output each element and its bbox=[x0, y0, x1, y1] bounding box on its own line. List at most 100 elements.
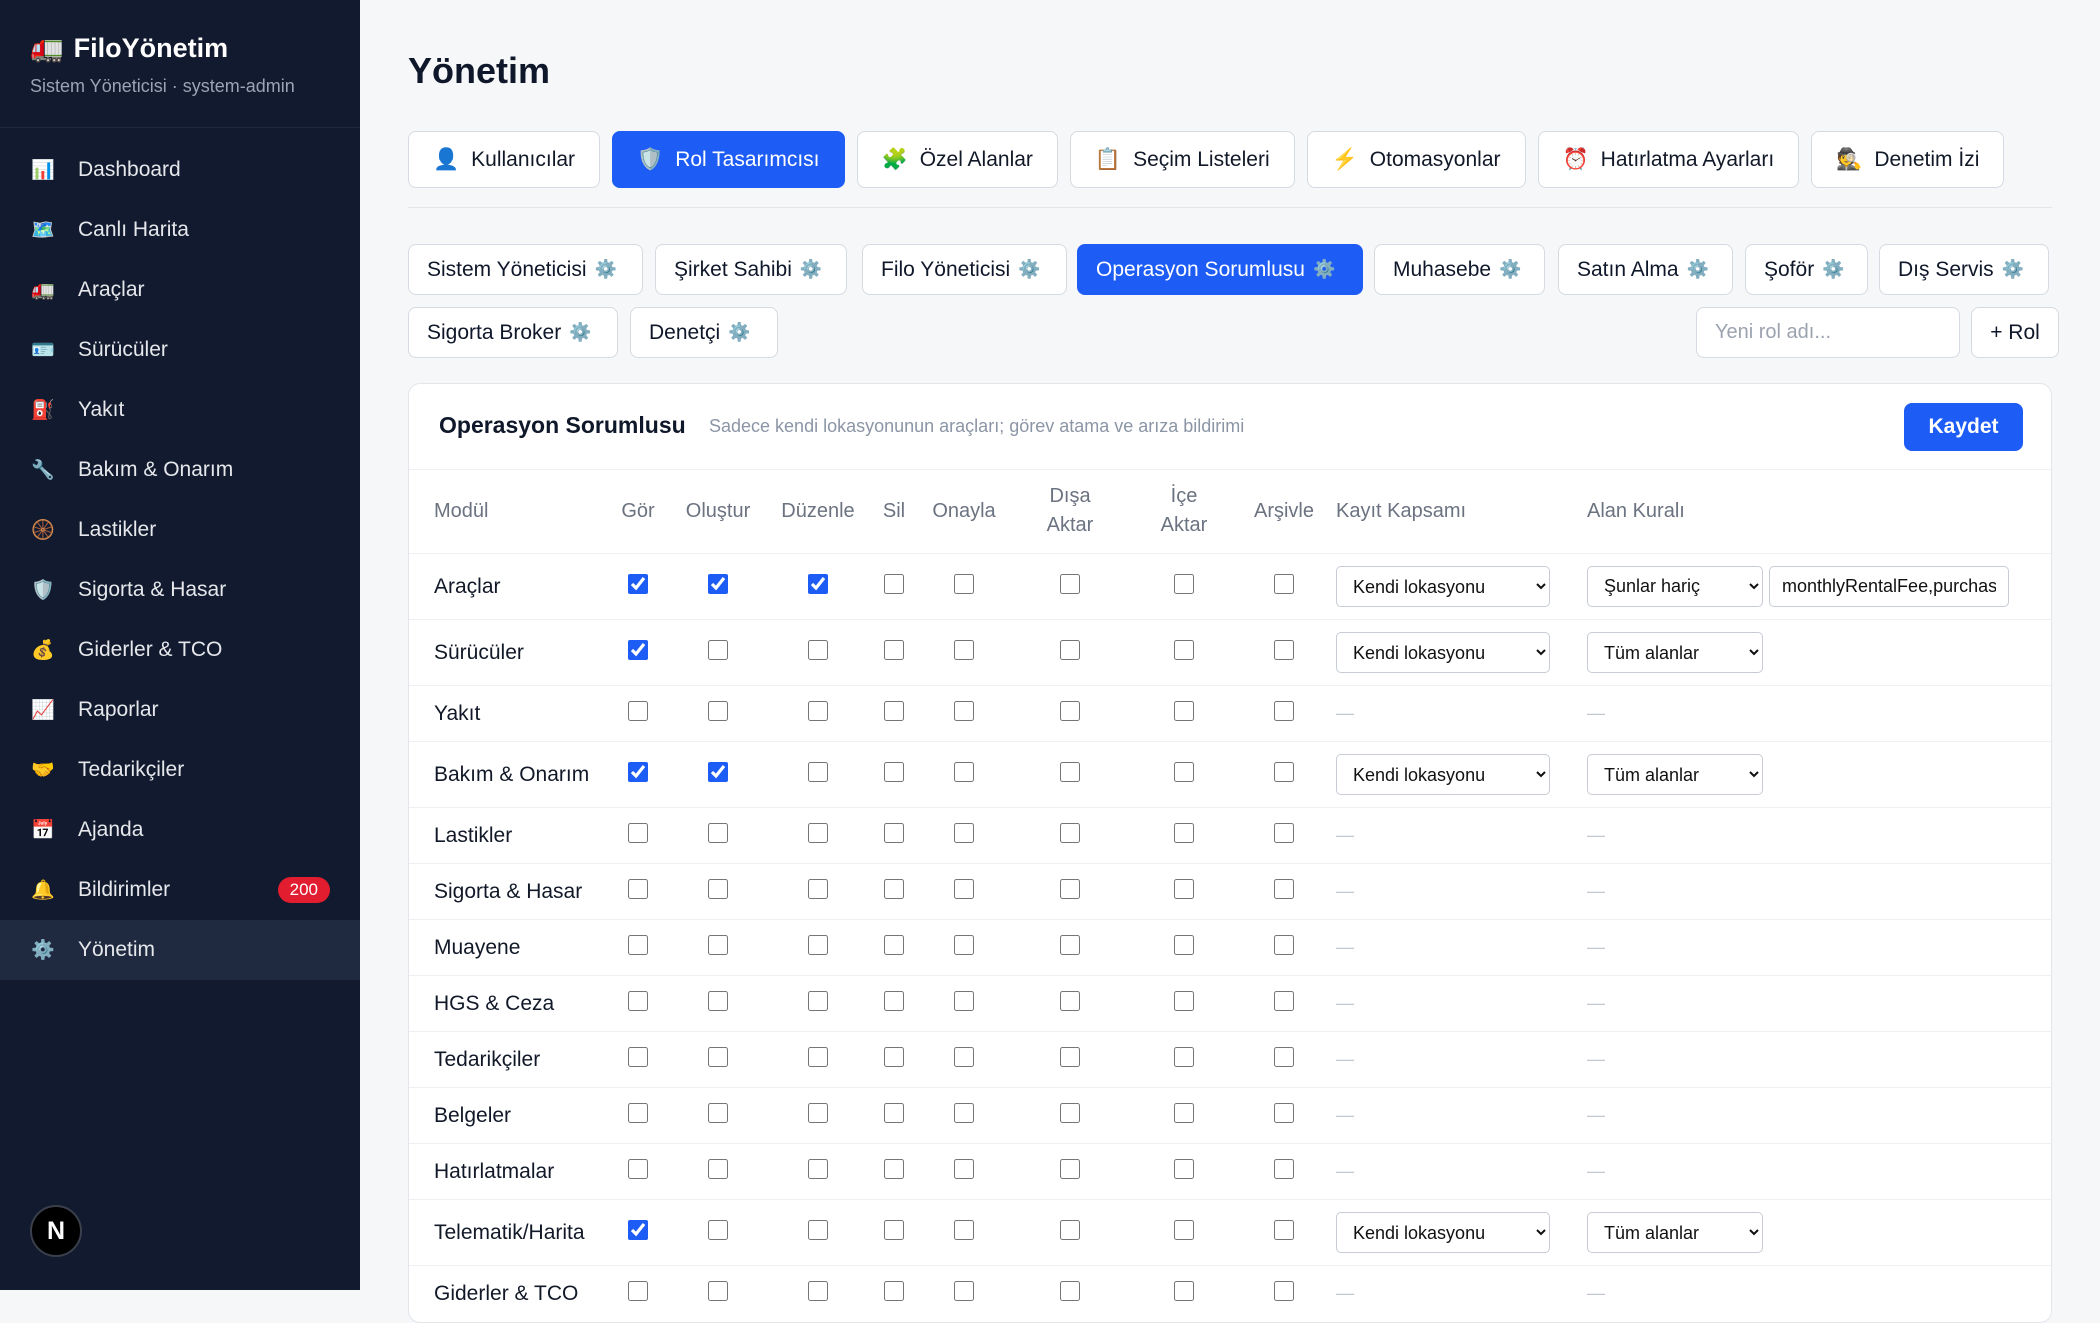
approve-checkbox[interactable] bbox=[954, 700, 974, 721]
delete-checkbox[interactable] bbox=[884, 639, 904, 660]
edit-checkbox[interactable] bbox=[808, 1158, 828, 1179]
export-checkbox[interactable] bbox=[1060, 1219, 1080, 1240]
field-rule-select[interactable]: Tüm alanlar bbox=[1587, 1212, 1763, 1253]
export-checkbox[interactable] bbox=[1060, 1046, 1080, 1067]
edit-checkbox[interactable] bbox=[808, 1280, 828, 1301]
tab-reminder-settings[interactable]: ⏰ Hatırlatma Ayarları bbox=[1537, 131, 1800, 188]
tab-role-designer[interactable]: 🛡️ Rol Tasarımcısı bbox=[612, 131, 845, 188]
approve-checkbox[interactable] bbox=[954, 1280, 974, 1301]
approve-checkbox[interactable] bbox=[954, 761, 974, 782]
tab-picklists[interactable]: 📋 Seçim Listeleri bbox=[1069, 131, 1295, 188]
scope-select[interactable]: Kendi lokasyonu bbox=[1336, 566, 1550, 607]
export-checkbox[interactable] bbox=[1060, 1280, 1080, 1301]
view-checkbox[interactable] bbox=[628, 822, 648, 843]
view-checkbox[interactable] bbox=[628, 878, 648, 899]
import-checkbox[interactable] bbox=[1174, 878, 1194, 899]
sidebar-item-vehicles[interactable]: 🚛 Araçlar bbox=[0, 260, 360, 320]
archive-checkbox[interactable] bbox=[1274, 990, 1294, 1011]
edit-checkbox[interactable] bbox=[808, 878, 828, 899]
field-rule-select[interactable]: Tüm alanlar bbox=[1587, 754, 1763, 795]
edit-checkbox[interactable] bbox=[808, 761, 828, 782]
approve-checkbox[interactable] bbox=[954, 573, 974, 594]
archive-checkbox[interactable] bbox=[1274, 1158, 1294, 1179]
edit-checkbox[interactable] bbox=[808, 822, 828, 843]
create-checkbox[interactable] bbox=[708, 1158, 728, 1179]
import-checkbox[interactable] bbox=[1174, 1046, 1194, 1067]
create-checkbox[interactable] bbox=[708, 878, 728, 899]
sidebar-item-live-map[interactable]: 🗺️ Canlı Harita bbox=[0, 200, 360, 260]
scope-select[interactable]: Kendi lokasyonu bbox=[1336, 754, 1550, 795]
sidebar-item-suppliers[interactable]: 🤝 Tedarikçiler bbox=[0, 740, 360, 800]
tab-audit-trail[interactable]: 🕵️ Denetim İzi bbox=[1811, 131, 2005, 188]
approve-checkbox[interactable] bbox=[954, 1102, 974, 1123]
export-checkbox[interactable] bbox=[1060, 934, 1080, 955]
edit-checkbox[interactable] bbox=[808, 700, 828, 721]
role-chip[interactable]: Operasyon Sorumlusu ⚙️ bbox=[1077, 244, 1363, 295]
edit-checkbox[interactable] bbox=[808, 1219, 828, 1240]
tab-users[interactable]: 👤 Kullanıcılar bbox=[408, 131, 601, 188]
tab-automations[interactable]: ⚡ Otomasyonlar bbox=[1306, 131, 1526, 188]
gear-icon[interactable]: ⚙️ bbox=[595, 259, 617, 280]
gear-icon[interactable]: ⚙️ bbox=[800, 259, 822, 280]
import-checkbox[interactable] bbox=[1174, 700, 1194, 721]
save-button[interactable]: Kaydet bbox=[1904, 403, 2023, 451]
sidebar-item-expenses[interactable]: 💰 Giderler & TCO bbox=[0, 620, 360, 680]
approve-checkbox[interactable] bbox=[954, 1046, 974, 1067]
edit-checkbox[interactable] bbox=[808, 934, 828, 955]
delete-checkbox[interactable] bbox=[884, 822, 904, 843]
export-checkbox[interactable] bbox=[1060, 700, 1080, 721]
delete-checkbox[interactable] bbox=[884, 1046, 904, 1067]
role-chip[interactable]: Sigorta Broker ⚙️ bbox=[408, 307, 618, 358]
sidebar-item-dashboard[interactable]: 📊 Dashboard bbox=[0, 140, 360, 200]
delete-checkbox[interactable] bbox=[884, 878, 904, 899]
import-checkbox[interactable] bbox=[1174, 1158, 1194, 1179]
delete-checkbox[interactable] bbox=[884, 934, 904, 955]
view-checkbox[interactable] bbox=[628, 1219, 648, 1240]
sidebar-item-maintenance[interactable]: 🔧 Bakım & Onarım bbox=[0, 440, 360, 500]
archive-checkbox[interactable] bbox=[1274, 639, 1294, 660]
sidebar-item-fuel[interactable]: ⛽ Yakıt bbox=[0, 380, 360, 440]
import-checkbox[interactable] bbox=[1174, 1280, 1194, 1301]
approve-checkbox[interactable] bbox=[954, 990, 974, 1011]
view-checkbox[interactable] bbox=[628, 573, 648, 594]
sidebar-item-notifications[interactable]: 🔔 Bildirimler 200 bbox=[0, 860, 360, 920]
edit-checkbox[interactable] bbox=[808, 990, 828, 1011]
archive-checkbox[interactable] bbox=[1274, 761, 1294, 782]
edit-checkbox[interactable] bbox=[808, 1046, 828, 1067]
sidebar-item-drivers[interactable]: 🪪 Sürücüler bbox=[0, 320, 360, 380]
import-checkbox[interactable] bbox=[1174, 1219, 1194, 1240]
gear-icon[interactable]: ⚙️ bbox=[1822, 259, 1844, 280]
create-checkbox[interactable] bbox=[708, 700, 728, 721]
view-checkbox[interactable] bbox=[628, 990, 648, 1011]
sidebar-item-insurance[interactable]: 🛡️ Sigorta & Hasar bbox=[0, 560, 360, 620]
create-checkbox[interactable] bbox=[708, 1046, 728, 1067]
import-checkbox[interactable] bbox=[1174, 822, 1194, 843]
export-checkbox[interactable] bbox=[1060, 822, 1080, 843]
new-role-input[interactable] bbox=[1696, 307, 1960, 358]
create-checkbox[interactable] bbox=[708, 639, 728, 660]
export-checkbox[interactable] bbox=[1060, 1158, 1080, 1179]
gear-icon[interactable]: ⚙️ bbox=[1499, 259, 1521, 280]
role-chip[interactable]: Satın Alma ⚙️ bbox=[1558, 244, 1733, 295]
archive-checkbox[interactable] bbox=[1274, 573, 1294, 594]
create-checkbox[interactable] bbox=[708, 934, 728, 955]
export-checkbox[interactable] bbox=[1060, 573, 1080, 594]
field-rule-select[interactable]: Tüm alanlar bbox=[1587, 632, 1763, 673]
import-checkbox[interactable] bbox=[1174, 990, 1194, 1011]
approve-checkbox[interactable] bbox=[954, 934, 974, 955]
view-checkbox[interactable] bbox=[628, 1102, 648, 1123]
import-checkbox[interactable] bbox=[1174, 934, 1194, 955]
role-chip[interactable]: Sistem Yöneticisi ⚙️ bbox=[408, 244, 643, 295]
gear-icon[interactable]: ⚙️ bbox=[2002, 259, 2024, 280]
import-checkbox[interactable] bbox=[1174, 761, 1194, 782]
edit-checkbox[interactable] bbox=[808, 639, 828, 660]
app-title[interactable]: 🚛 FiloYönetim bbox=[30, 32, 330, 64]
archive-checkbox[interactable] bbox=[1274, 1219, 1294, 1240]
create-checkbox[interactable] bbox=[708, 1280, 728, 1301]
delete-checkbox[interactable] bbox=[884, 761, 904, 782]
export-checkbox[interactable] bbox=[1060, 761, 1080, 782]
create-checkbox[interactable] bbox=[708, 1102, 728, 1123]
view-checkbox[interactable] bbox=[628, 934, 648, 955]
approve-checkbox[interactable] bbox=[954, 822, 974, 843]
view-checkbox[interactable] bbox=[628, 761, 648, 782]
